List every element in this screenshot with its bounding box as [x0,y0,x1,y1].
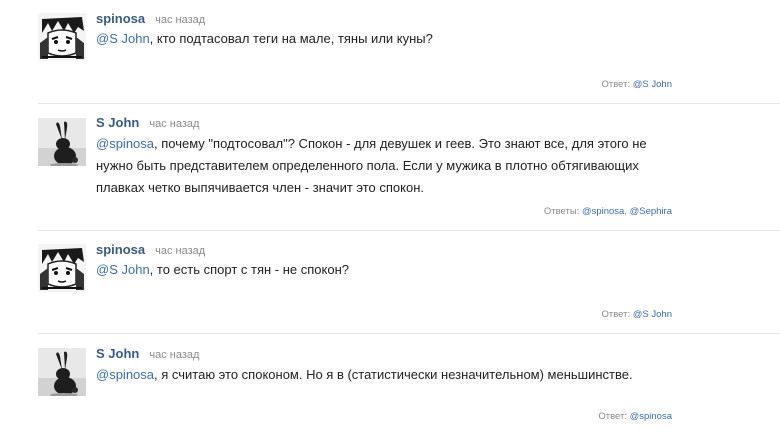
comment-text: , кто подтасовал теги на мале, тяны или … [149,31,433,46]
comment-body: @S John, то есть спорт с тян - не спокон… [96,259,676,281]
reply-link[interactable]: @S John [633,79,672,90]
replies-line: Ответ: @S John [601,79,672,90]
reply-link[interactable]: @spinosa [630,411,672,422]
replies-label: Ответы: [543,206,580,217]
comment-author[interactable]: spinosa [96,11,145,26]
comment-author[interactable]: spinosa [96,242,145,257]
comment-text: , то есть спорт с тян - не спокон? [149,262,349,277]
comment-author[interactable]: S John [96,346,139,361]
comment-text: , почему "подтосовал"? Спокон - для деву… [96,136,647,195]
comment-meta: S John час назад [96,346,199,361]
replies-label: Ответ: [598,411,627,422]
comment-meta: S John час назад [96,115,199,130]
comment-author[interactable]: S John [96,115,139,130]
mention-link[interactable]: @S John [96,31,150,46]
comment-time: час назад [155,14,206,26]
comment-item: S John час назад @spinosa, я считаю это с… [0,335,780,442]
comment-meta: spinosa час назад [96,242,205,257]
comment-body: @spinosa, я считаю это споконом. Но я в … [96,364,676,386]
replies-line: Ответ: @spinosa [598,411,672,422]
reply-link[interactable]: @S John [633,309,672,320]
comment-text: , я считаю это споконом. Но я в (статист… [154,367,633,382]
comment-time: час назад [149,349,200,361]
replies-label: Ответ: [601,309,631,320]
comment-time: час назад [155,245,206,257]
manga-avatar-icon[interactable] [38,13,86,61]
replies-line: Ответы: @spinosa, @Sephira [543,206,672,217]
comment-thread: spinosa час назад @S John, кто подтасовал… [0,0,780,442]
mention-link[interactable]: @spinosa [96,136,154,151]
manga-avatar-icon[interactable] [38,244,86,292]
comment-item: spinosa час назад @S John, то есть спорт … [0,231,780,334]
rabbit-avatar-icon[interactable] [38,348,86,396]
reply-link[interactable]: @spinosa [582,206,624,217]
rabbit-avatar-icon[interactable] [38,118,86,166]
replies-label: Ответ: [601,79,631,90]
mention-link[interactable]: @spinosa [96,367,154,382]
replies-line: Ответ: @S John [601,309,672,320]
comment-item: S John час назад @spinosa, почему "подтос… [0,104,780,231]
reply-link[interactable]: @Sephira [630,206,672,217]
comment-body: @S John, кто подтасовал теги на мале, тя… [96,28,676,50]
comment-body: @spinosa, почему "подтосовал"? Спокон - … [96,133,671,199]
mention-link[interactable]: @S John [96,262,150,277]
comment-meta: spinosa час назад [96,11,205,26]
comment-item: spinosa час назад @S John, кто подтасовал… [0,0,780,104]
divider [38,333,780,334]
comment-time: час назад [149,118,200,130]
